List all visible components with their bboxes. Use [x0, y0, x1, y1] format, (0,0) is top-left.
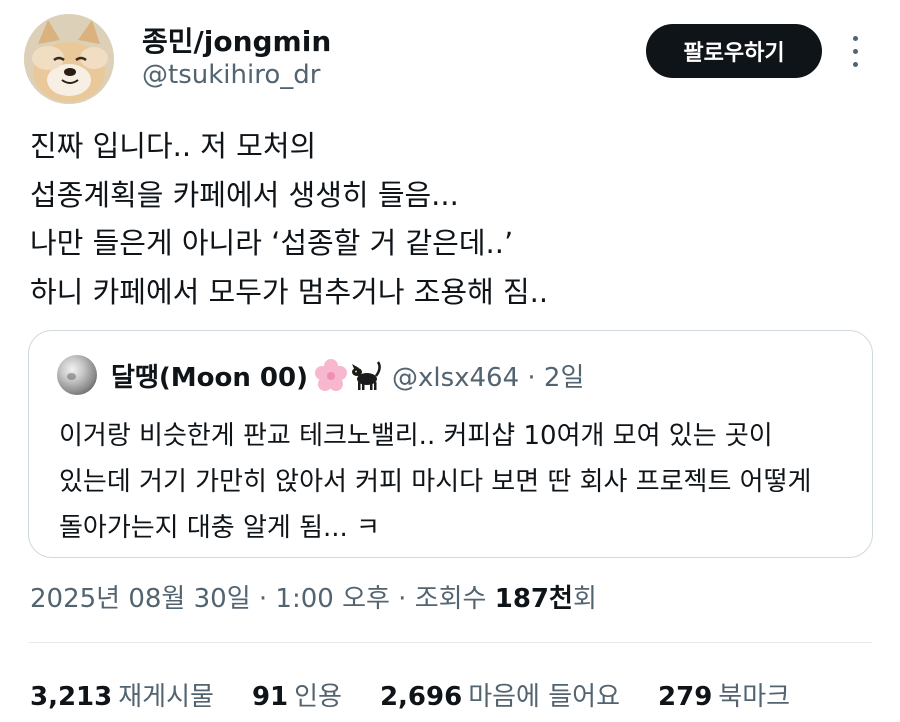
divider — [28, 642, 872, 643]
tweet-stats: 3,213 재게시물 91 인용 2,696 마음에 들어요 279 북마크 — [30, 676, 790, 713]
quote-text: 이거랑 비슷한게 판교 테크노밸리.. 커피샵 10여개 모여 있는 곳이 있는… — [59, 413, 859, 551]
stat-label: 마음에 들어요 — [468, 682, 621, 712]
stat-label: 재게시물 — [118, 682, 214, 712]
dog-avatar-icon — [24, 14, 114, 104]
quote-tweet-card[interactable]: 달땡(Moon 00) @xlsx464 · 2일 이거랑 비슷한게 판교 테크… — [28, 330, 873, 558]
quote-line: 돌아가는지 대충 알게 됨... ㅋ — [59, 513, 380, 543]
black-cat-icon — [351, 361, 381, 390]
tweet-text: 진짜 입니다.. 저 모처의 섭종계획을 카페에서 생생히 들음... 나만 들… — [30, 122, 880, 316]
stat-count: 2,696 — [379, 682, 463, 712]
stat-label: 북마크 — [718, 682, 791, 712]
tweet-line: 하니 카페에서 모두가 멈추거나 조용해 짐.. — [30, 274, 549, 309]
quote-line: 이거랑 비슷한게 판교 테크노밸리.. 커피샵 10여개 모여 있는 곳이 — [59, 421, 773, 451]
more-vertical-icon[interactable] — [840, 30, 870, 74]
stat-likes[interactable]: 2,696 마음에 들어요 — [380, 676, 620, 713]
stat-reposts[interactable]: 3,213 재게시물 — [30, 676, 214, 713]
author-name[interactable]: 종민/jongmin — [142, 20, 331, 60]
quote-header: 달땡(Moon 00) @xlsx464 · 2일 — [111, 355, 584, 395]
stat-quotes[interactable]: 91 인용 — [252, 676, 342, 713]
quote-author-name[interactable]: 달땡(Moon 00) — [111, 357, 308, 394]
cherry-blossom-icon — [314, 359, 347, 391]
stat-count: 91 — [251, 682, 289, 712]
follow-button[interactable]: 팔로우하기 — [646, 24, 822, 78]
moon-avatar-icon[interactable] — [57, 355, 97, 395]
tweet-meta: 2025년 08월 30일 · 1:00 오후 · 조회수 187천회 — [30, 578, 597, 615]
tweet-line: 진짜 입니다.. 저 모처의 — [30, 129, 317, 163]
tweet-line: 섭종계획을 카페에서 생생히 들음... — [30, 177, 459, 212]
view-suffix: 회 — [572, 584, 597, 614]
stat-count: 279 — [658, 682, 713, 712]
quote-author-emojis — [314, 358, 382, 392]
tweet-datetime[interactable]: 2025년 08월 30일 · 1:00 오후 · 조회수 — [30, 584, 495, 614]
stat-label: 인용 — [294, 682, 342, 712]
quote-line: 있는데 거기 가만히 앉아서 커피 마시다 보면 딴 회사 프로젝트 어떻게 — [59, 467, 812, 497]
stat-bookmarks[interactable]: 279 북마크 — [658, 676, 790, 713]
tweet-line: 나만 들은게 아니라 ‘섭종할 거 같은데..’ — [30, 226, 514, 260]
view-count: 187천 — [494, 584, 573, 614]
author-handle[interactable]: @tsukihiro_dr — [142, 60, 320, 90]
author-avatar[interactable] — [24, 14, 114, 104]
quote-author-handle[interactable]: @xlsx464 · 2일 — [392, 357, 584, 394]
stat-count: 3,213 — [30, 682, 113, 712]
